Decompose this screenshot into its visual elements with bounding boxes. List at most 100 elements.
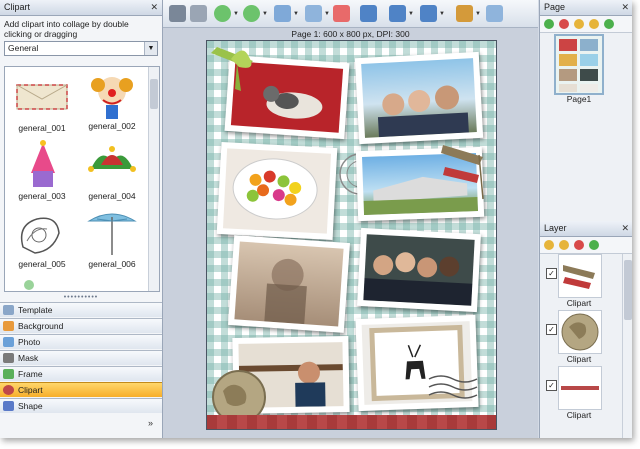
list-item[interactable]: general_002 <box>79 69 145 131</box>
move-up-icon[interactable] <box>574 19 584 29</box>
shape-icon <box>3 401 14 411</box>
move-down-icon[interactable] <box>589 19 599 29</box>
delete-layer-icon[interactable] <box>574 240 584 250</box>
postmark-waves-clipart[interactable] <box>427 371 487 405</box>
page-info: Page 1: 600 x 800 px, DPI: 300 <box>291 29 410 39</box>
close-icon[interactable]: ✕ <box>621 0 629 15</box>
layer-panel-title-text: Layer <box>544 223 567 233</box>
send-backward-icon[interactable] <box>243 5 260 22</box>
page-panel-title: Page ✕ <box>540 0 632 16</box>
nav-template[interactable]: Template <box>0 302 162 317</box>
jester-hat-clipart-icon <box>83 139 141 189</box>
flag-ribbon-clipart[interactable] <box>439 141 489 201</box>
nav-clipart[interactable]: Clipart <box>0 382 162 397</box>
list-item[interactable]: general_001 <box>9 71 75 133</box>
canvas-area[interactable]: Page 1: 600 x 800 px, DPI: 300 <box>163 28 538 438</box>
photo-icon <box>3 337 14 347</box>
double-exposure-image <box>234 241 344 327</box>
close-icon[interactable]: ✕ <box>621 221 629 236</box>
photo-double-exposure[interactable] <box>228 235 350 333</box>
clipart-icon <box>3 385 14 395</box>
layer-up-icon[interactable] <box>544 240 554 250</box>
rotate-icon[interactable] <box>274 5 291 22</box>
green-bow-clipart[interactable] <box>207 41 267 101</box>
flag-ribbon-icon <box>558 254 602 298</box>
close-icon[interactable]: ✕ <box>150 0 158 15</box>
crop-icon[interactable] <box>190 5 207 22</box>
chevron-down-icon[interactable]: ▼ <box>439 11 445 17</box>
nav-frame-label: Frame <box>18 369 43 379</box>
refresh-icon[interactable] <box>604 19 614 29</box>
distribute-icon[interactable] <box>389 5 406 22</box>
cereal-photo-image <box>222 148 332 234</box>
align-icon[interactable] <box>360 5 377 22</box>
delete-page-icon[interactable] <box>559 19 569 29</box>
layer-down-icon[interactable] <box>559 240 569 250</box>
page-thumbnail[interactable] <box>554 34 604 95</box>
nav-shape[interactable]: Shape <box>0 398 162 413</box>
clipart-list[interactable]: general_001 general_002 general_003 gene… <box>4 66 160 292</box>
add-page-icon[interactable] <box>544 19 554 29</box>
scrollbar-thumb[interactable] <box>150 79 158 109</box>
refresh-icon[interactable] <box>589 240 599 250</box>
collage-page[interactable] <box>206 40 497 430</box>
nav-clipart-label: Clipart <box>18 385 43 395</box>
nav-template-label: Template <box>18 305 53 315</box>
paisley-clipart-icon <box>13 207 71 257</box>
frame-icon <box>3 369 14 379</box>
layer-scrollbar[interactable] <box>622 254 632 438</box>
page-panel-title-text: Page <box>544 2 566 12</box>
clipart-label: general_002 <box>88 121 136 131</box>
category-select-value: General <box>8 43 39 53</box>
layer-visible-checkbox[interactable]: ✓ <box>546 380 557 391</box>
category-select[interactable]: General ▼ <box>4 41 158 56</box>
export-icon[interactable] <box>486 5 503 22</box>
chevron-down-icon[interactable]: ▼ <box>324 11 330 17</box>
chevron-down-icon[interactable]: ▼ <box>475 11 481 17</box>
clipart-label: general_001 <box>18 123 66 133</box>
chevron-down-icon[interactable]: ▼ <box>144 42 157 55</box>
size-icon[interactable] <box>420 5 437 22</box>
party-hat-clipart-icon <box>13 139 71 189</box>
list-item[interactable]: general_004 <box>79 139 145 201</box>
nav-background-label: Background <box>18 321 64 331</box>
splitter-grip[interactable]: •••••••••• <box>0 294 162 301</box>
delete-icon[interactable] <box>333 5 350 22</box>
layer-visible-checkbox[interactable]: ✓ <box>546 268 557 279</box>
nav-mask-label: Mask <box>18 353 39 363</box>
layer-item[interactable]: ✓ Clipart <box>540 366 620 432</box>
chevron-down-icon[interactable]: ▼ <box>233 11 239 17</box>
clipart-hint: Add clipart into collage by double click… <box>4 19 129 39</box>
chevron-down-icon[interactable]: ▼ <box>293 11 299 17</box>
chevron-down-icon[interactable]: ▼ <box>408 11 414 17</box>
photo-friends-selfie[interactable] <box>354 51 484 145</box>
layer-visible-checkbox[interactable]: ✓ <box>546 324 557 335</box>
chevron-double-right-icon[interactable]: » <box>148 418 153 428</box>
photo-cereal[interactable] <box>216 142 338 240</box>
list-item[interactable]: general_006 <box>79 207 145 269</box>
mask-icon <box>3 353 14 363</box>
layer-label: Clipart <box>566 298 592 308</box>
nav-photo[interactable]: Photo <box>0 334 162 349</box>
user-icon[interactable] <box>169 5 186 22</box>
photo-group-selfie[interactable] <box>357 227 481 313</box>
page-panel-toolbar <box>540 16 632 33</box>
effects-icon[interactable] <box>456 5 473 22</box>
list-item[interactable]: general_005 <box>9 207 75 269</box>
app-window: Clipart ✕ Add clipart into collage by do… <box>0 0 632 438</box>
nav-background[interactable]: Background <box>0 318 162 333</box>
flip-icon[interactable] <box>305 5 322 22</box>
list-item[interactable] <box>9 275 75 291</box>
nav-mask[interactable]: Mask <box>0 350 162 365</box>
red-ribbon-clipart[interactable] <box>207 415 496 429</box>
clipart-scrollbar[interactable] <box>148 67 159 291</box>
chevron-down-icon[interactable]: ▼ <box>262 11 268 17</box>
template-icon <box>3 305 14 315</box>
envelope-clipart-icon <box>13 71 71 121</box>
clipart-label: general_003 <box>18 191 66 201</box>
clipart-panel-title: Clipart ✕ <box>0 0 162 16</box>
scrollbar-thumb[interactable] <box>624 260 632 320</box>
nav-frame[interactable]: Frame <box>0 366 162 381</box>
list-item[interactable]: general_003 <box>9 139 75 201</box>
bring-forward-icon[interactable] <box>214 5 231 22</box>
